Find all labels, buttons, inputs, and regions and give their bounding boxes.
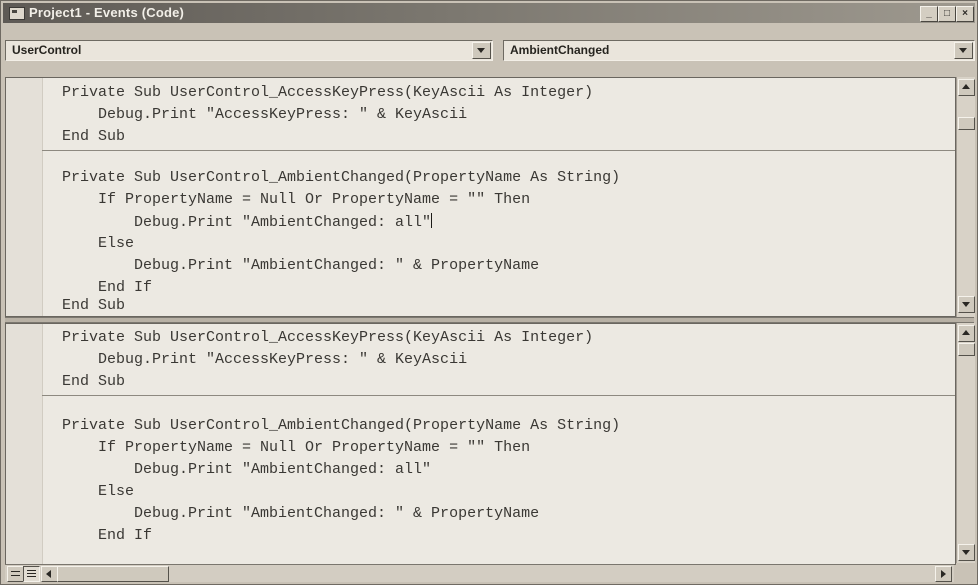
view-line [27, 576, 36, 577]
scroll-down-button[interactable] [958, 544, 975, 561]
horizontal-scroll-thumb[interactable] [57, 566, 169, 582]
maximize-icon[interactable]: □ [938, 6, 956, 22]
view-line [27, 573, 36, 574]
procedure-view-icon[interactable] [7, 566, 24, 582]
code-line-with-caret[interactable]: Debug.Print "AmbientChanged: all" [62, 213, 433, 232]
minimize-icon[interactable]: _ [920, 6, 938, 22]
horizontal-scrollbar[interactable] [5, 564, 954, 582]
code-line[interactable]: End If [62, 527, 152, 545]
top-pane-scrollbar[interactable] [956, 77, 975, 317]
size-grip [956, 564, 974, 582]
title-bar[interactable]: Project1 - Events (Code) _ □ × [3, 3, 975, 23]
code-line[interactable]: Private Sub UserControl_AccessKeyPress(K… [62, 329, 593, 347]
scroll-thumb[interactable] [958, 343, 975, 356]
chevron-down-icon [959, 48, 967, 53]
code-pane-top[interactable]: Private Sub UserControl_AccessKeyPress(K… [5, 77, 956, 317]
code-line[interactable]: Debug.Print "AmbientChanged: " & Propert… [62, 257, 539, 275]
code-line[interactable]: End Sub [62, 128, 125, 146]
text-caret [431, 213, 433, 228]
scroll-up-button[interactable] [958, 325, 975, 342]
scroll-thumb[interactable] [958, 117, 975, 130]
selector-row: UserControl AmbientChanged [3, 25, 975, 63]
code-line[interactable]: Private Sub UserControl_AmbientChanged(P… [62, 169, 620, 187]
arrow-up-icon [962, 84, 970, 89]
scroll-up-button[interactable] [958, 79, 975, 96]
window-title: Project1 - Events (Code) [29, 5, 185, 20]
chevron-down-icon [477, 48, 485, 53]
arrow-down-icon [962, 302, 970, 307]
procedure-dropdown-value: AmbientChanged [510, 43, 610, 57]
code-line[interactable]: Else [62, 483, 134, 501]
arrow-down-icon [962, 550, 970, 555]
object-dropdown-button[interactable] [472, 42, 491, 59]
margin-indicator-bar[interactable] [6, 324, 43, 564]
full-module-view-icon[interactable] [23, 566, 40, 582]
code-line[interactable]: Debug.Print "AccessKeyPress: " & KeyAsci… [62, 106, 467, 124]
object-dropdown[interactable]: UserControl [5, 40, 493, 61]
code-line[interactable]: If PropertyName = Null Or PropertyName =… [62, 191, 530, 209]
scroll-right-button[interactable] [935, 566, 952, 582]
procedure-separator [42, 395, 955, 396]
code-line-text: Debug.Print "AmbientChanged: all" [62, 214, 432, 231]
arrow-left-icon [46, 570, 51, 578]
view-line [27, 570, 36, 571]
object-dropdown-value: UserControl [12, 43, 82, 57]
arrow-right-icon [941, 570, 946, 578]
code-line[interactable]: Debug.Print "AccessKeyPress: " & KeyAsci… [62, 351, 467, 369]
code-line[interactable]: Private Sub UserControl_AmbientChanged(P… [62, 417, 620, 435]
code-line[interactable]: If PropertyName = Null Or PropertyName =… [62, 439, 530, 457]
code-line[interactable]: Debug.Print "AmbientChanged: all" [62, 461, 431, 479]
code-line[interactable]: Else [62, 235, 134, 253]
close-icon[interactable]: × [956, 6, 974, 22]
code-line[interactable]: End Sub [62, 297, 125, 315]
code-window: Project1 - Events (Code) _ □ × UserContr… [0, 0, 978, 585]
scroll-left-button[interactable] [41, 566, 58, 582]
margin-indicator-bar[interactable] [6, 78, 43, 316]
procedure-dropdown[interactable]: AmbientChanged [503, 40, 975, 61]
code-pane-bottom[interactable]: Private Sub UserControl_AccessKeyPress(K… [5, 323, 956, 565]
code-line[interactable]: End Sub [62, 373, 125, 391]
code-window-icon [9, 7, 25, 20]
scroll-down-button[interactable] [958, 296, 975, 313]
code-line[interactable]: End If [62, 279, 152, 297]
bottom-pane-scrollbar[interactable] [956, 323, 975, 563]
view-line [11, 571, 20, 572]
view-line [11, 575, 20, 576]
procedure-separator [42, 150, 955, 151]
procedure-dropdown-button[interactable] [954, 42, 973, 59]
arrow-up-icon [962, 330, 970, 335]
code-line[interactable]: Debug.Print "AmbientChanged: " & Propert… [62, 505, 539, 523]
code-line[interactable]: Private Sub UserControl_AccessKeyPress(K… [62, 84, 593, 102]
